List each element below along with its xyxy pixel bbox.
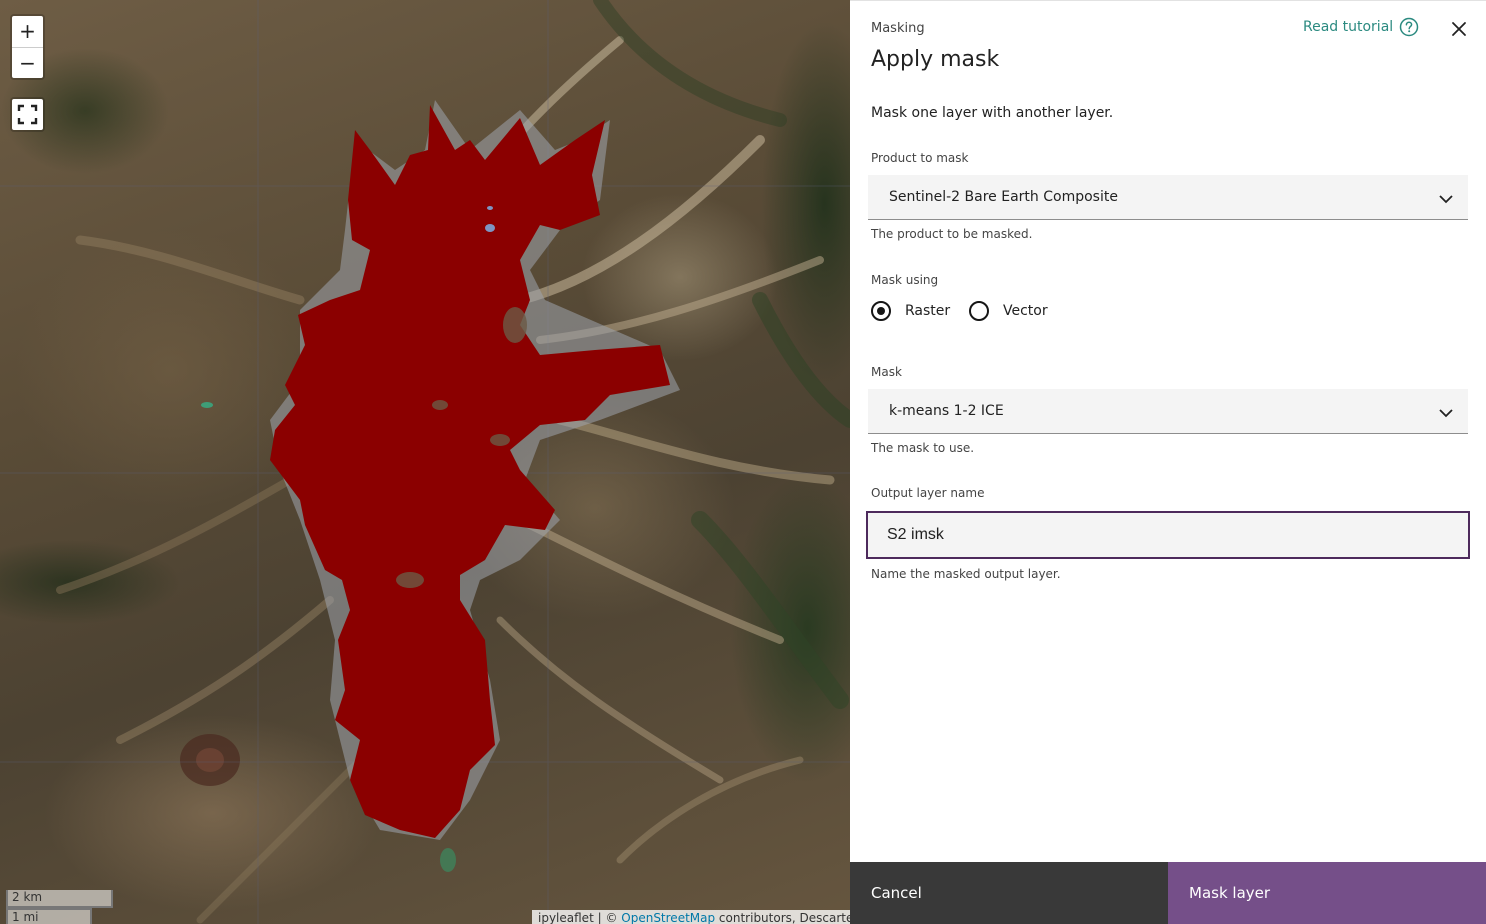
chevron-down-icon	[1439, 409, 1453, 418]
panel-eyebrow: Masking	[871, 21, 925, 36]
attribution-suffix: contributors, Descartes	[715, 911, 850, 924]
close-icon[interactable]	[1448, 18, 1470, 40]
satellite-imagery	[0, 0, 850, 924]
radio-vector-dot[interactable]	[969, 301, 989, 321]
map-attribution: ipyleaflet | © OpenStreetMap contributor…	[532, 910, 850, 924]
radio-vector[interactable]: Vector	[969, 301, 1048, 321]
fullscreen-icon	[17, 104, 38, 125]
attribution-prefix: ipyleaflet | ©	[538, 911, 622, 924]
zoom-control: + −	[10, 14, 45, 80]
panel-description: Mask one layer with another layer.	[871, 105, 1114, 121]
product-select[interactable]: Sentinel-2 Bare Earth Composite	[868, 175, 1468, 220]
scale-bar-mi: 1 mi	[6, 908, 92, 924]
fullscreen-control	[10, 97, 45, 132]
radio-vector-label: Vector	[1003, 303, 1048, 319]
read-tutorial-link[interactable]: Read tutorial	[1303, 17, 1419, 37]
fullscreen-button[interactable]	[12, 99, 43, 130]
zoom-in-button[interactable]: +	[12, 16, 43, 47]
panel-title: Apply mask	[871, 47, 1000, 72]
mask-select[interactable]: k-means 1-2 ICE	[868, 389, 1468, 434]
radio-raster[interactable]: Raster	[871, 301, 950, 321]
osm-link[interactable]: OpenStreetMap	[621, 911, 715, 924]
output-helper: Name the masked output layer.	[871, 567, 1061, 581]
scale-bar-km: 2 km	[6, 890, 113, 908]
mask-using-label: Mask using	[871, 273, 939, 287]
mask-layer-button[interactable]: Mask layer	[1168, 862, 1486, 924]
read-tutorial-label: Read tutorial	[1303, 19, 1394, 35]
product-helper: The product to be masked.	[871, 227, 1033, 241]
cancel-button[interactable]: Cancel	[850, 862, 1168, 924]
radio-raster-dot[interactable]	[871, 301, 891, 321]
output-layer-name-input[interactable]	[866, 511, 1470, 559]
radio-raster-label: Raster	[905, 303, 951, 319]
product-label: Product to mask	[871, 151, 969, 165]
mask-helper: The mask to use.	[871, 441, 975, 455]
ice-mask-region	[270, 105, 670, 838]
apply-mask-panel: Masking Apply mask Read tutorial Mask on…	[850, 0, 1486, 924]
panel-footer: Cancel Mask layer	[850, 862, 1486, 924]
output-label: Output layer name	[871, 486, 985, 500]
mask-label: Mask	[871, 365, 902, 379]
product-select-value: Sentinel-2 Bare Earth Composite	[889, 189, 1118, 205]
map-view[interactable]: + − 2 km 1 mi ipyleaflet | © OpenStreetM…	[0, 0, 850, 924]
help-icon	[1399, 17, 1419, 37]
chevron-down-icon	[1439, 195, 1453, 204]
mask-select-value: k-means 1-2 ICE	[889, 403, 1004, 419]
zoom-out-button[interactable]: −	[12, 47, 43, 78]
